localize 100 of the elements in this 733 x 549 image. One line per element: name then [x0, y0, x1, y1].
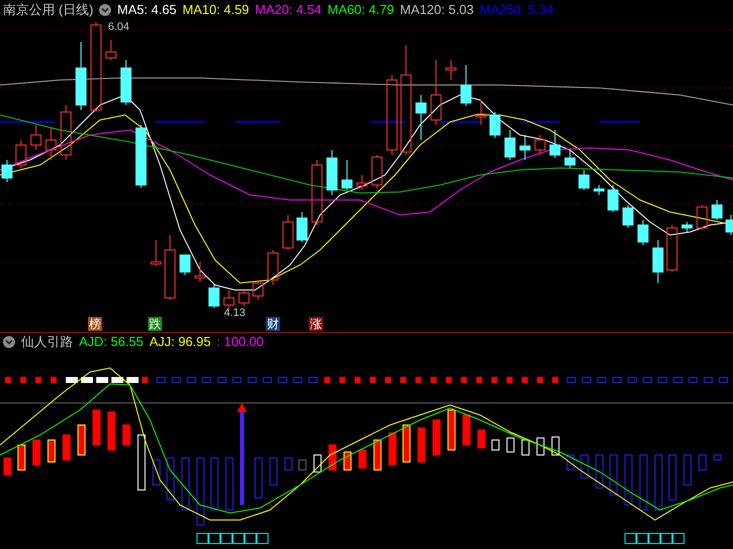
histogram-bar — [640, 454, 648, 510]
signal-marker — [385, 377, 391, 383]
candlestick — [446, 60, 456, 80]
candlestick — [504, 130, 516, 160]
signal-marker — [66, 377, 78, 383]
stock-title: 南京公用 (日线) — [3, 3, 94, 16]
candlestick — [252, 280, 264, 300]
candlestick — [726, 214, 733, 236]
candlestick — [60, 104, 72, 160]
candlestick — [490, 112, 500, 138]
histogram-bar — [432, 420, 440, 456]
histogram-bar — [226, 458, 234, 510]
signal-square — [672, 533, 684, 544]
histogram-bar — [196, 458, 204, 526]
candlestick — [696, 204, 708, 230]
signal-marker — [324, 377, 330, 383]
ma-legend-label: MA20: 4.54 — [255, 3, 322, 16]
chevron-down-icon[interactable] — [3, 336, 15, 348]
indicator-title: 仙人引路 — [21, 335, 73, 348]
signal-marker — [262, 377, 272, 383]
signal-marker — [597, 377, 606, 383]
arrow-icon — [237, 403, 247, 505]
signal-marker — [642, 377, 652, 383]
candlestick — [476, 100, 486, 126]
histogram-bar — [668, 454, 676, 500]
candlestick — [268, 250, 278, 286]
histogram-bar — [108, 412, 116, 450]
histogram-bar — [166, 458, 174, 500]
histogram-bar — [358, 450, 366, 468]
histogram-bar — [698, 454, 706, 470]
histogram-bar — [92, 410, 100, 446]
ma-legend-label: MA5: 4.65 — [117, 3, 177, 16]
histogram-bar — [566, 454, 574, 470]
candlestick — [550, 130, 560, 158]
candlestick — [282, 214, 294, 250]
candlestick — [224, 290, 234, 308]
candlestick — [46, 128, 56, 160]
histogram-bar — [210, 458, 218, 510]
signal-square — [196, 533, 208, 544]
signal-marker — [20, 377, 26, 383]
signal-marker — [506, 377, 513, 383]
histogram-bar — [478, 430, 486, 448]
histogram-bar — [714, 454, 722, 460]
event-marker[interactable]: 榜 — [88, 317, 102, 331]
candlestick — [652, 240, 664, 284]
histogram-bar — [270, 458, 278, 486]
indicator-value: AJJ: 96.95 — [149, 335, 211, 348]
signal-marker — [582, 377, 592, 383]
histogram-bar — [610, 454, 618, 496]
signal-square — [220, 533, 232, 544]
signal-marker — [186, 377, 196, 383]
signal-square — [256, 533, 268, 544]
signal-marker — [111, 377, 124, 383]
candlestick — [312, 160, 322, 226]
event-marker[interactable]: 跌 — [148, 317, 162, 331]
signal-marker — [370, 377, 376, 383]
candlestick — [608, 184, 618, 212]
signal-marker — [293, 377, 302, 383]
signal-marker — [308, 377, 318, 383]
signal-square — [624, 533, 636, 544]
histogram-bar — [462, 414, 470, 446]
histogram-bar — [402, 424, 410, 462]
signal-square — [660, 533, 672, 544]
histogram-bar — [492, 440, 500, 450]
histogram-bar — [4, 458, 12, 476]
histogram-bar — [32, 440, 40, 466]
event-marker[interactable]: 财 — [266, 317, 280, 331]
signal-square — [232, 533, 244, 544]
candlestick — [150, 240, 162, 266]
candlestick — [712, 200, 722, 220]
histogram-bar — [298, 460, 306, 470]
event-marker[interactable]: 涨 — [309, 317, 323, 331]
signal-square — [244, 533, 256, 544]
signal-marker — [415, 377, 422, 383]
ma-legend-label: MA60: 4.79 — [328, 3, 394, 16]
ma-legend-label: MA10: 4.59 — [182, 3, 250, 16]
histogram-bar — [78, 424, 86, 456]
signal-marker — [96, 377, 108, 383]
candlestick — [136, 124, 146, 188]
signal-marker — [461, 377, 467, 383]
signal-marker — [537, 377, 543, 383]
candlestick — [578, 170, 590, 190]
candlestick — [682, 222, 692, 232]
signal-marker — [339, 377, 346, 383]
candlestick — [520, 134, 530, 160]
candlestick — [534, 134, 546, 156]
chevron-down-icon[interactable] — [99, 4, 112, 16]
candlestick — [594, 184, 604, 196]
signal-marker — [142, 377, 148, 383]
histogram-bar — [374, 440, 382, 470]
histogram-bar — [48, 440, 56, 462]
price-label: 6.04 — [108, 22, 130, 33]
signal-marker — [35, 377, 42, 383]
candlestick — [194, 262, 206, 282]
signal-marker — [50, 377, 57, 383]
candlestick — [2, 160, 12, 182]
signal-marker — [673, 377, 682, 383]
candlestick — [76, 42, 86, 110]
histogram-bar — [344, 452, 352, 470]
price-label: 4.13 — [224, 308, 246, 319]
